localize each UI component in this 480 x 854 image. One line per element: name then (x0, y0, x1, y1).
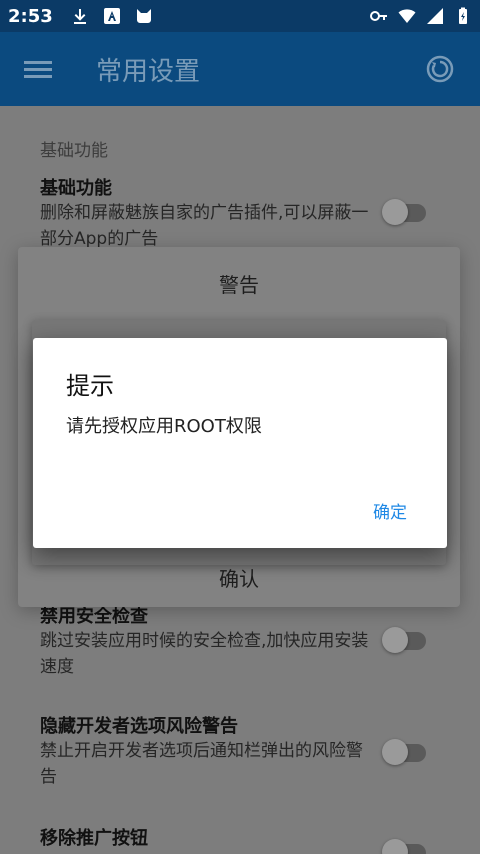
prompt-dialog-message: 请先授权应用ROOT权限 (66, 416, 262, 437)
status-icons-left (71, 7, 153, 25)
status-time: 2:53 (8, 5, 53, 27)
toggle-disable-security-check[interactable] (382, 627, 426, 653)
setting-hide-dev-warning[interactable]: 隐藏开发者选项风险警告 禁止开启开发者选项后通知栏弹出的风险警告 (40, 712, 440, 790)
download-icon (71, 7, 89, 25)
prompt-dialog-title: 提示 (66, 372, 114, 400)
setting-title: 基础功能 (40, 178, 112, 199)
setting-description: 禁止开启开发者选项后通知栏弹出的风险警告 (40, 741, 363, 787)
setting-description: 删除和屏蔽魅族自家的广告插件,可以屏蔽一部分App的广告 (40, 203, 369, 249)
app-bar: 常用设置 (0, 32, 480, 106)
battery-icon (454, 7, 472, 25)
wifi-icon (398, 7, 416, 25)
menu-icon[interactable] (0, 32, 76, 106)
setting-basic-features[interactable]: 基础功能 删除和屏蔽魅族自家的广告插件,可以屏蔽一部分App的广告 (40, 174, 440, 252)
toggle-basic-features[interactable] (382, 199, 426, 225)
warning-dialog-title: 警告 (219, 273, 259, 297)
key-icon (370, 7, 388, 25)
refresh-icon[interactable] (400, 32, 480, 106)
prompt-dialog: 提示 请先授权应用ROOT权限 确定 (33, 338, 447, 548)
ok-button[interactable]: 确定 (373, 498, 407, 523)
section-header: 基础功能 (40, 141, 108, 161)
status-bar: 2:53 (0, 0, 480, 32)
signal-icon (426, 7, 444, 25)
setting-title: 移除推广按钮 (40, 828, 148, 849)
setting-title: 隐藏开发者选项风险警告 (40, 716, 238, 737)
toggle-hide-dev-warning[interactable] (382, 739, 426, 765)
warning-confirm-button[interactable]: 确认 (18, 563, 460, 592)
setting-description: 跳过安装应用时候的安全检查,加快应用安装速度 (40, 631, 369, 677)
toggle-remove-promo-button[interactable] (382, 839, 426, 854)
status-icons-right (370, 7, 472, 25)
a-badge-icon (103, 7, 121, 25)
cat-icon (135, 7, 153, 25)
setting-disable-security-check[interactable]: 禁用安全检查 跳过安装应用时候的安全检查,加快应用安装速度 (40, 602, 440, 680)
setting-remove-promo-button[interactable]: 移除推广按钮 (40, 824, 440, 850)
page-title: 常用设置 (96, 56, 201, 87)
